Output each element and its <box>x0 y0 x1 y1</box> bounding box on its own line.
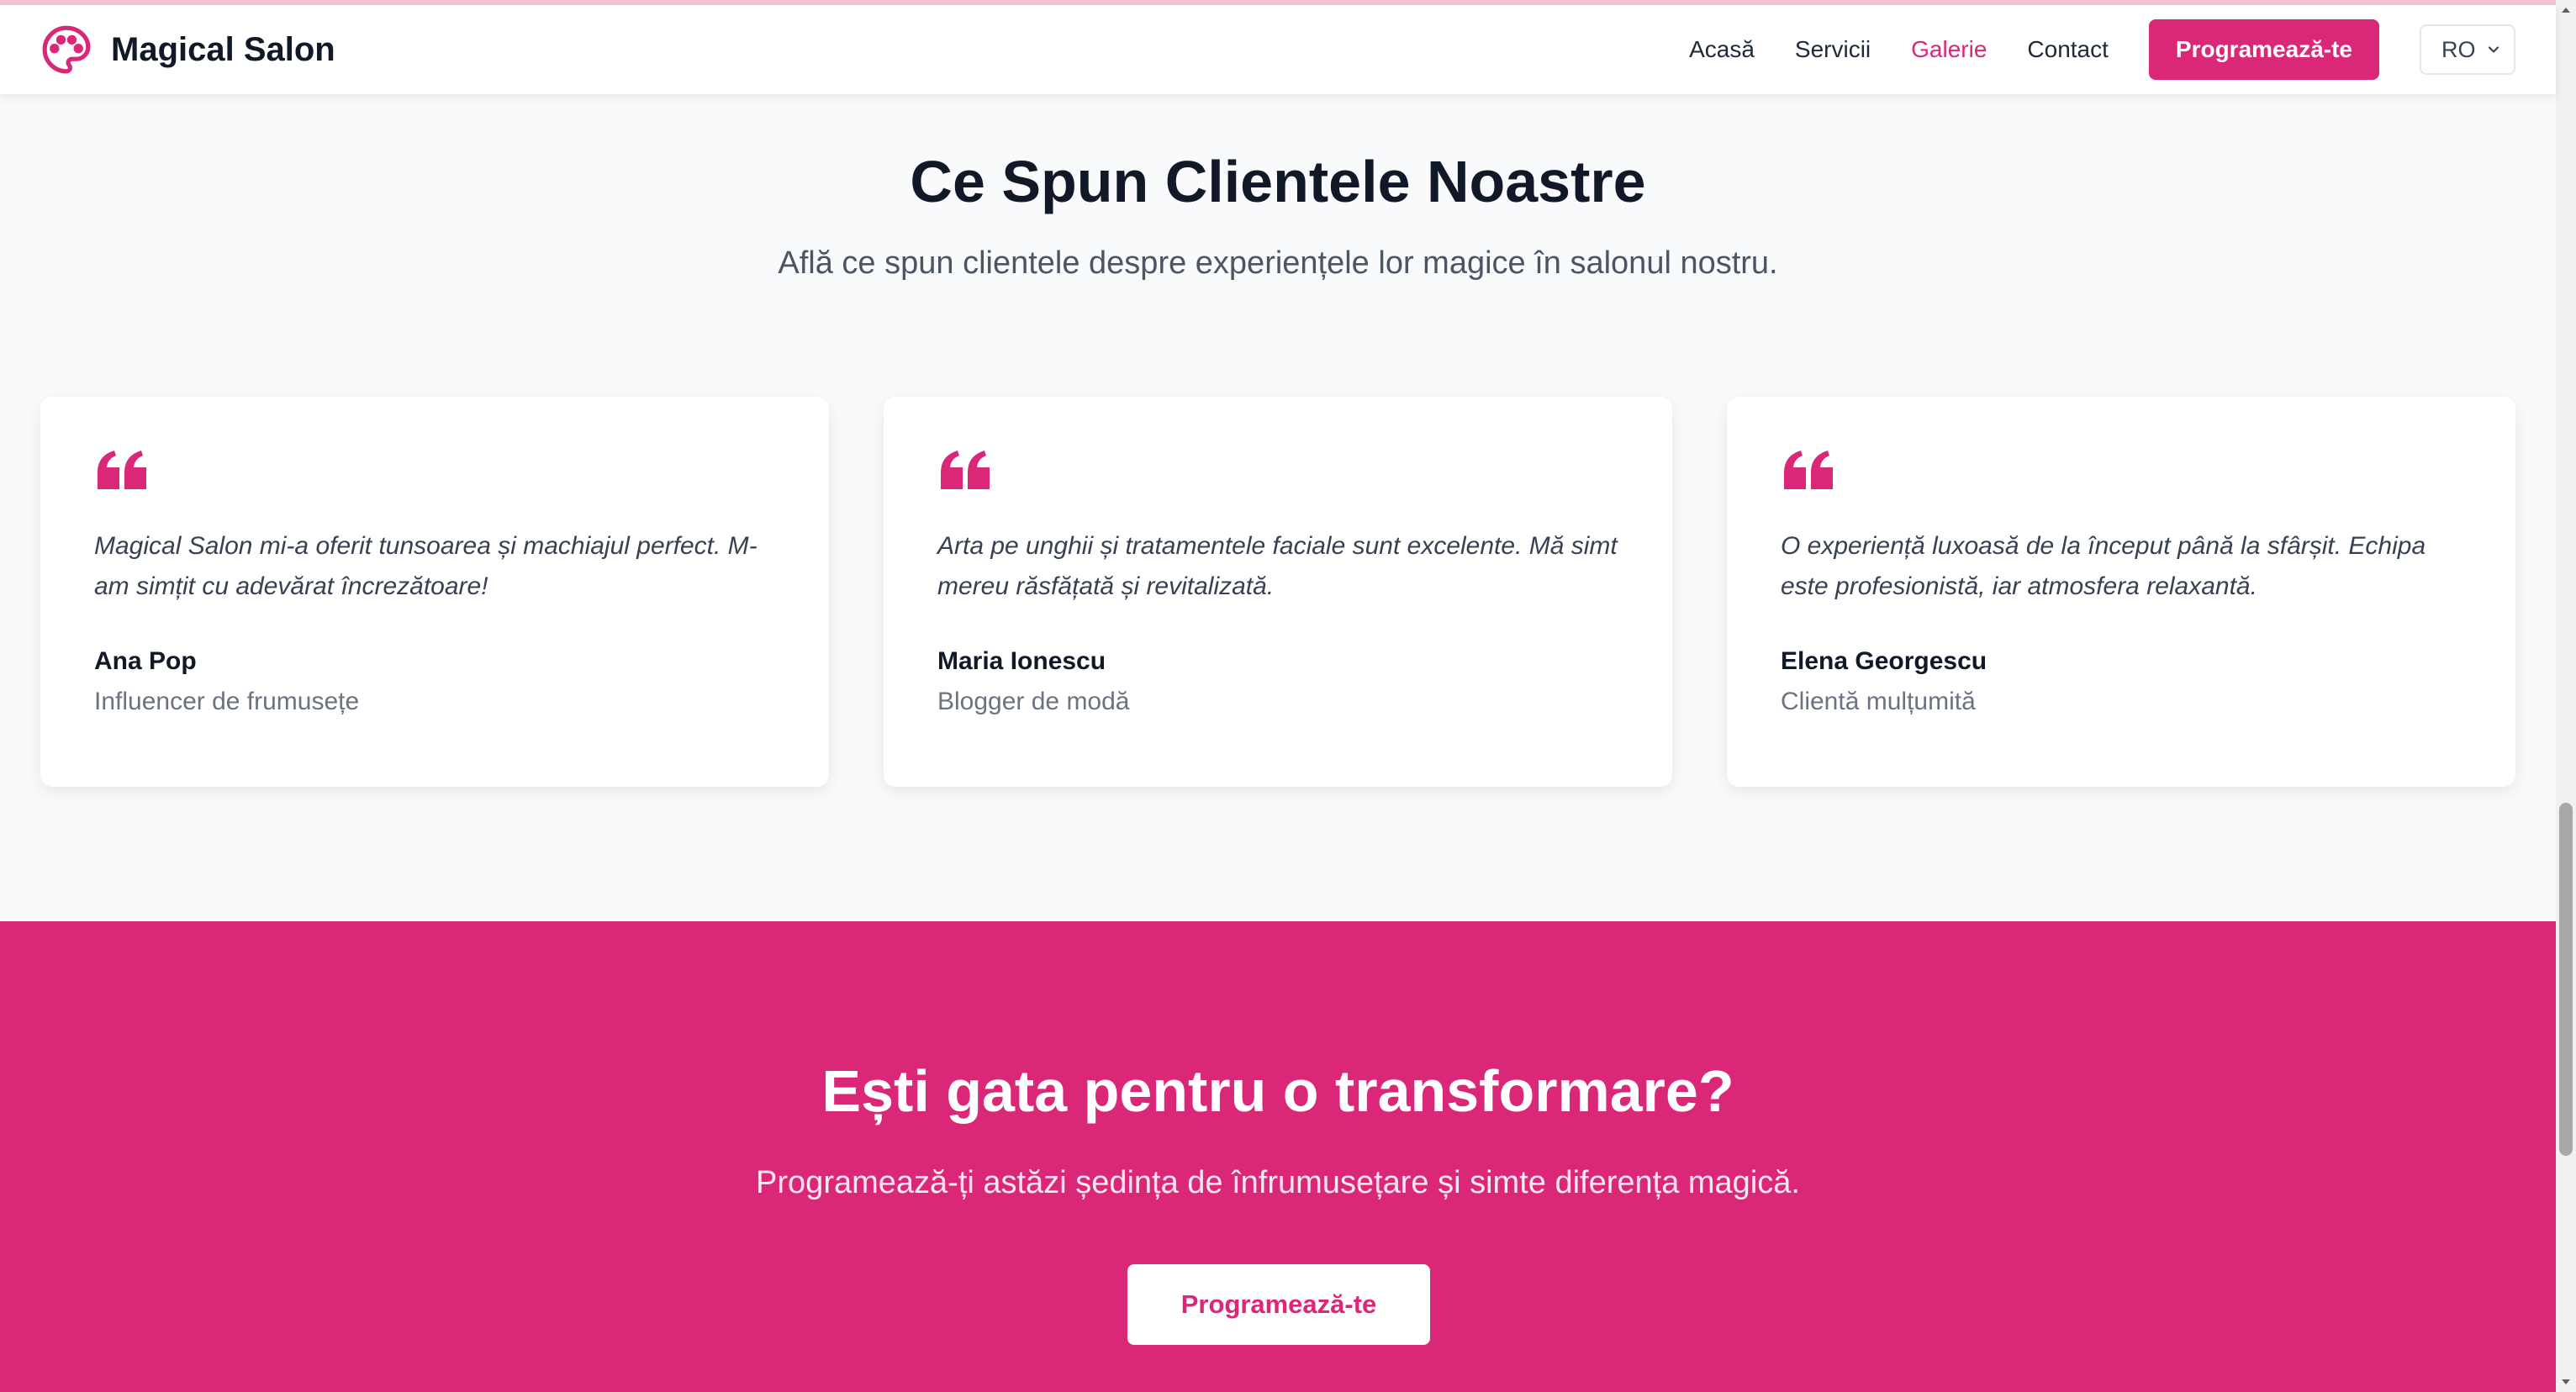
nav-link-contact[interactable]: Contact <box>2027 36 2109 63</box>
scroll-up-arrow-icon[interactable] <box>2559 3 2573 17</box>
testimonial-card: Magical Salon mi-a oferit tunsoarea și m… <box>40 397 829 787</box>
quote-icon <box>1784 451 1833 489</box>
nav-link-services[interactable]: Servicii <box>1795 36 1871 63</box>
cta-text: Programează-ți astăzi ședința de înfrumu… <box>756 1165 1800 1200</box>
testimonial-author-role: Influencer de frumusețe <box>94 688 360 715</box>
scrollbar[interactable] <box>2556 0 2576 1392</box>
testimonials-title: Ce Spun Clientele Noastre <box>910 149 1646 214</box>
nav-link-home[interactable]: Acasă <box>1689 36 1755 63</box>
page: Magical Salon Acasă Servicii Galerie Con… <box>0 0 2576 1392</box>
cta-section: Ești gata pentru o transformare? Program… <box>0 921 2556 1392</box>
navbar: Magical Salon Acasă Servicii Galerie Con… <box>0 5 2556 94</box>
testimonial-author-name: Ana Pop <box>94 647 197 675</box>
testimonials-section: Ce Spun Clientele Noastre Află ce spun c… <box>0 94 2556 921</box>
nav-link-gallery[interactable]: Galerie <box>1911 36 1987 63</box>
testimonial-author-role: Blogger de modă <box>937 688 1130 715</box>
quote-icon <box>941 451 990 489</box>
language-select[interactable]: RO <box>2420 24 2515 75</box>
language-selected-value: RO <box>2441 36 2476 62</box>
testimonial-author-name: Maria Ionescu <box>937 647 1106 675</box>
main-nav: Acasă Servicii Galerie Contact Programea… <box>1649 19 2515 80</box>
testimonials-subtitle: Află ce spun clientele despre experiențe… <box>778 245 1778 281</box>
testimonial-author-role: Clientă mulțumită <box>1781 688 1976 715</box>
scroll-down-arrow-icon[interactable] <box>2559 1375 2573 1389</box>
testimonial-quote: Magical Salon mi-a oferit tunsoarea și m… <box>94 532 757 600</box>
quote-icon <box>98 451 146 489</box>
testimonial-card: Arta pe unghii și tratamentele faciale s… <box>884 397 1672 787</box>
chevron-down-icon <box>2488 46 2499 53</box>
palette-icon <box>42 25 91 74</box>
testimonial-quote: O experiență luxoasă de la început până … <box>1781 532 2426 600</box>
testimonial-author-name: Elena Georgescu <box>1781 647 1987 675</box>
testimonial-quote: Arta pe unghii și tratamentele faciale s… <box>937 532 1618 600</box>
book-appointment-button[interactable]: Programează-te <box>1127 1264 1430 1345</box>
scrollbar-thumb[interactable] <box>2559 803 2573 1156</box>
testimonial-card: O experiență luxoasă de la început până … <box>1727 397 2515 787</box>
cta-title: Ești gata pentru o transformare? <box>821 1058 1734 1124</box>
brand-name: Magical Salon <box>111 30 335 68</box>
brand-logo[interactable]: Magical Salon <box>40 24 335 76</box>
book-appointment-nav-button[interactable]: Programează-te <box>2148 19 2379 80</box>
